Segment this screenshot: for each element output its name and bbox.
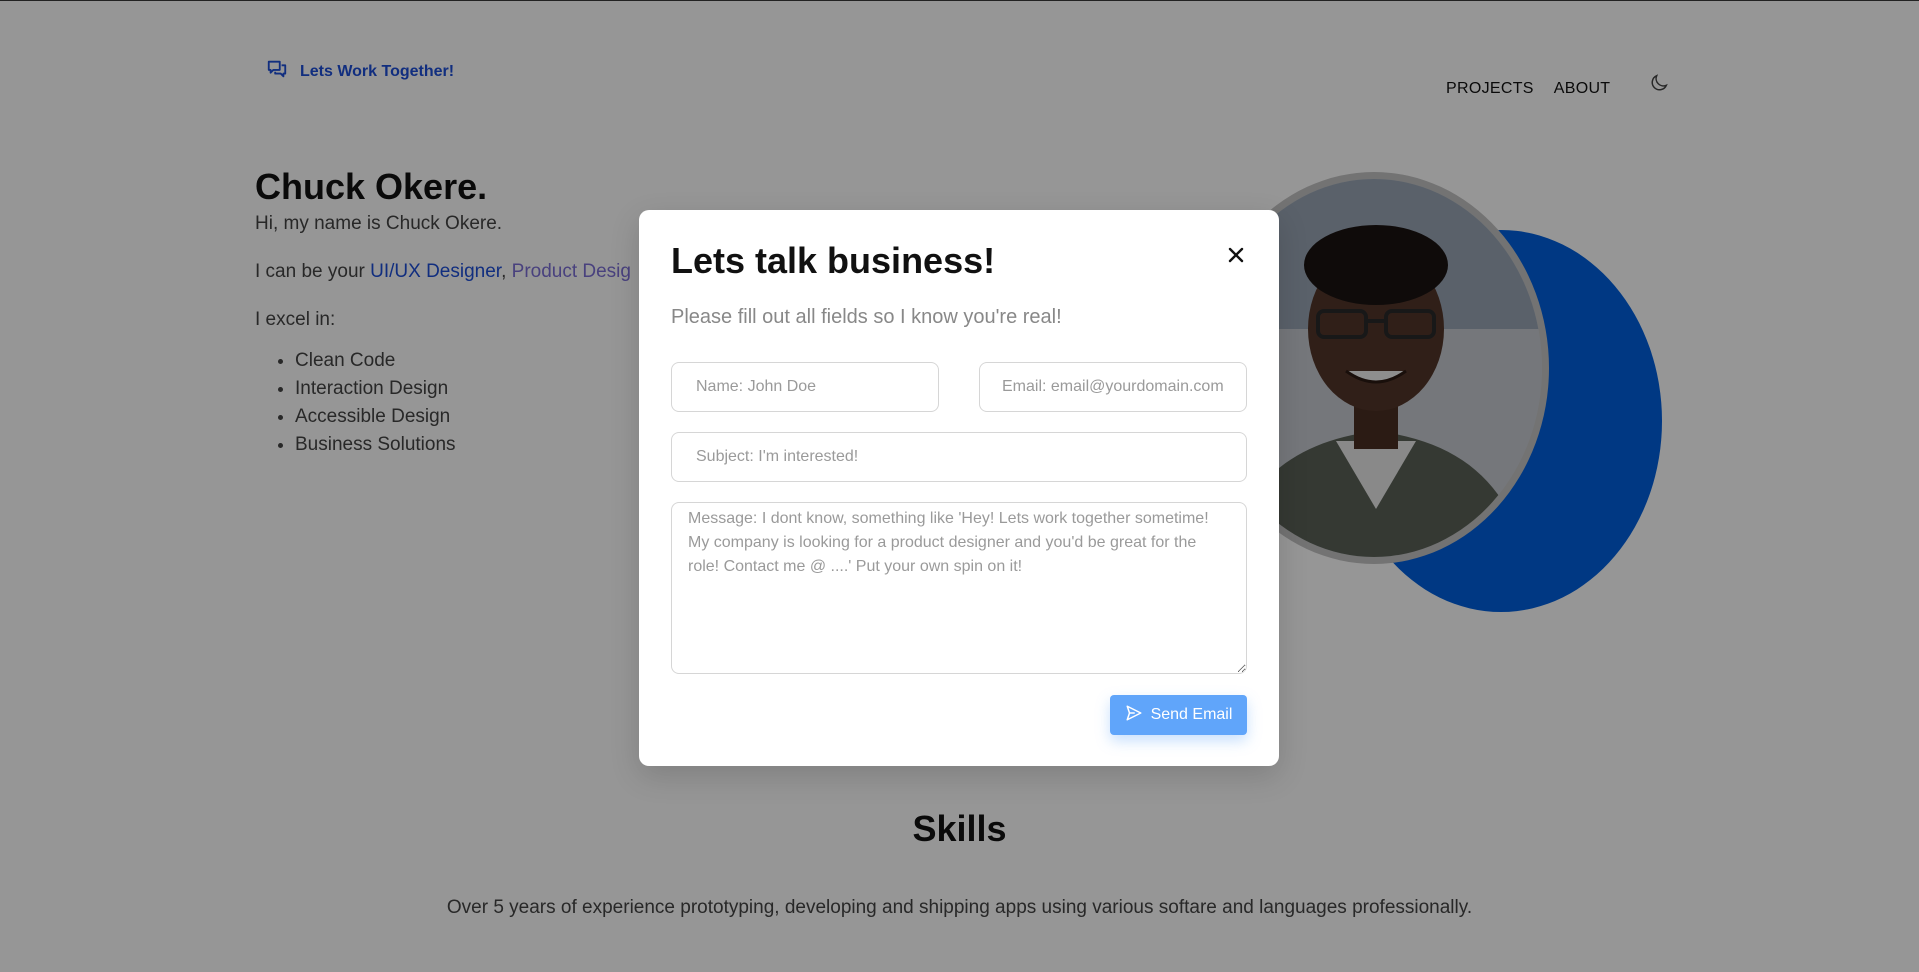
name-field[interactable] (671, 362, 939, 412)
message-field[interactable] (671, 502, 1247, 674)
close-button[interactable] (1223, 242, 1249, 268)
close-icon (1223, 247, 1249, 271)
email-field[interactable] (979, 362, 1247, 412)
send-email-label: Send Email (1150, 706, 1233, 723)
contact-modal: Lets talk business! Please fill out all … (639, 210, 1279, 766)
send-icon (1125, 704, 1143, 727)
subject-field[interactable] (671, 432, 1247, 482)
modal-subtitle: Please fill out all fields so I know you… (671, 306, 1062, 328)
top-border (0, 0, 1919, 1)
modal-title: Lets talk business! (671, 240, 996, 281)
send-email-button[interactable]: Send Email (1110, 695, 1247, 735)
